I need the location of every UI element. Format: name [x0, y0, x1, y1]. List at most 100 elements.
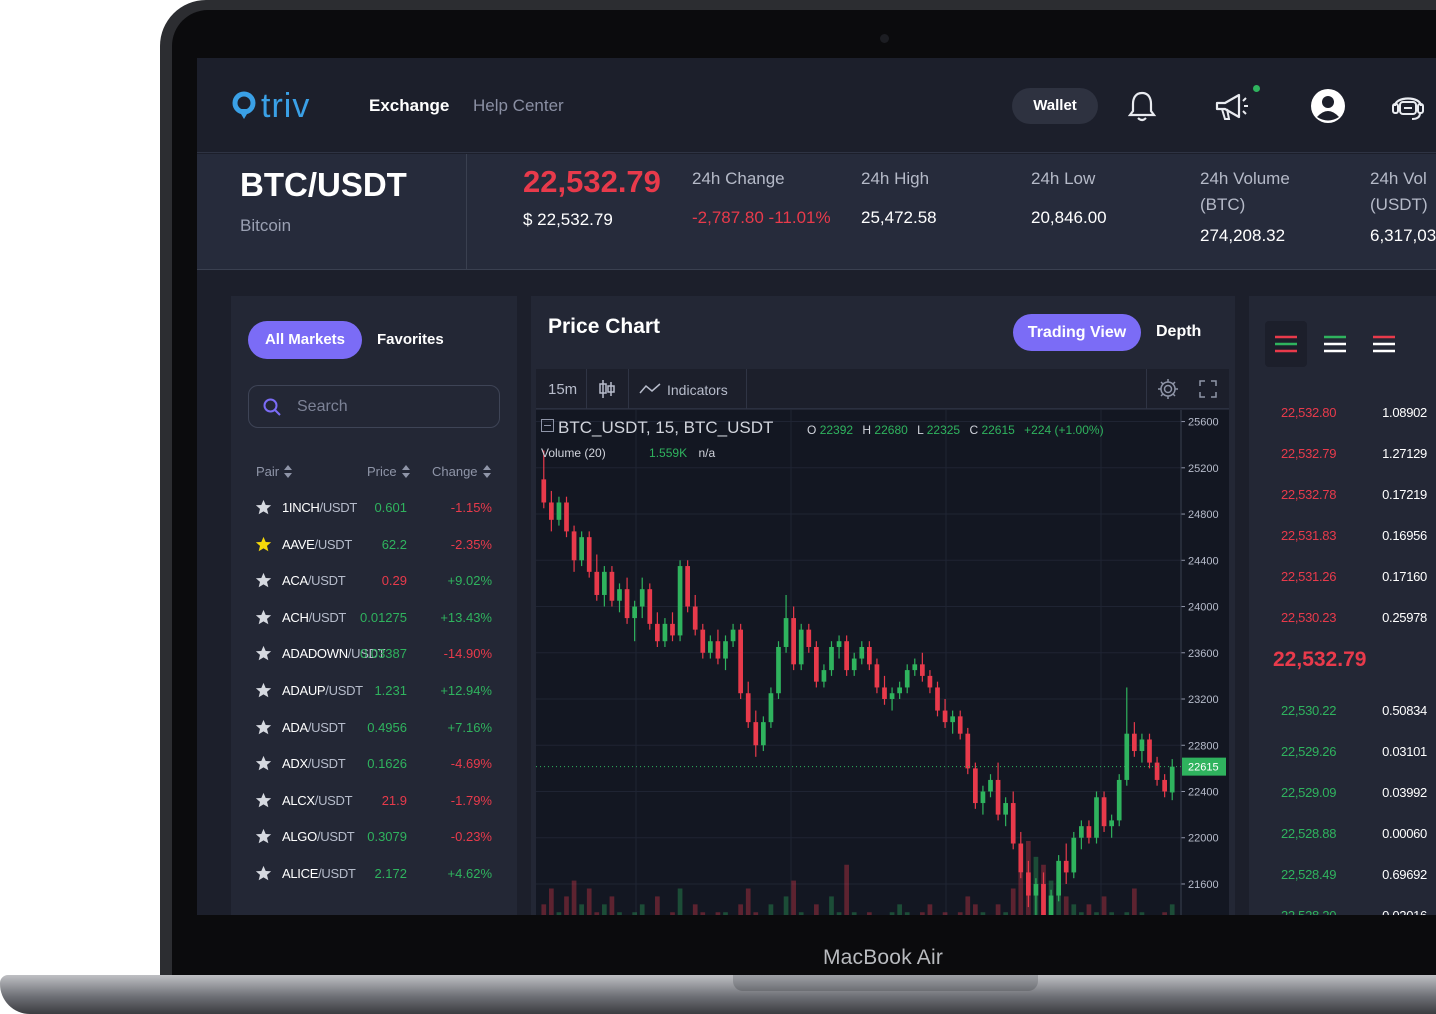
markets-panel: All Markets Favorites Pair Price Change …	[231, 296, 517, 915]
market-row[interactable]: ACA/USDT 0.29 +9.02%	[231, 566, 517, 596]
favorite-star-icon[interactable]	[255, 572, 272, 589]
favorite-star-icon[interactable]	[255, 682, 272, 699]
bell-icon[interactable]	[1124, 88, 1160, 124]
favorite-star-icon[interactable]	[255, 536, 272, 553]
ask-amount: 0.17160	[1382, 569, 1427, 584]
market-row[interactable]: ALGO/USDT 0.3079 -0.23%	[231, 822, 517, 852]
market-row[interactable]: ADA/USDT 0.4956 +7.16%	[231, 713, 517, 743]
candle-body	[753, 722, 759, 746]
ask-price: 22,532.78	[1281, 487, 1337, 502]
bid-row[interactable]: 22,530.22 0.50834	[1263, 701, 1436, 721]
market-base: ACH	[282, 609, 309, 625]
tab-favorites[interactable]: Favorites	[377, 331, 444, 348]
ask-row[interactable]: 22,532.80 1.08902	[1263, 403, 1436, 423]
market-row[interactable]: ACH/USDT 0.01275 +13.43%	[231, 603, 517, 633]
ask-row[interactable]: 22,531.26 0.17160	[1263, 567, 1436, 587]
ask-amount: 1.08902	[1382, 405, 1427, 420]
bid-row[interactable]: 22,529.09 0.03992	[1263, 783, 1436, 803]
support-chat-icon[interactable]	[1390, 88, 1426, 124]
column-pair[interactable]: Pair	[256, 464, 293, 479]
market-symbol: ACA/USDT	[282, 573, 346, 588]
candle-body	[1169, 766, 1175, 793]
market-quote: /USDT	[319, 500, 358, 515]
bid-row[interactable]: 22,529.26 0.03101	[1263, 742, 1436, 762]
tab-depth[interactable]: Depth	[1156, 323, 1201, 341]
candle-body	[586, 537, 592, 572]
candle-body	[594, 571, 600, 595]
favorite-star-icon[interactable]	[255, 792, 272, 809]
market-price: 0.4956	[367, 719, 407, 735]
candle-style-icon[interactable]	[598, 379, 616, 399]
candle-body	[609, 571, 615, 601]
market-row[interactable]: ALICE/USDT 2.172 +4.62%	[231, 859, 517, 889]
view-bids-button[interactable]	[1314, 321, 1356, 367]
candle-body	[798, 629, 804, 665]
candle-body	[973, 768, 978, 804]
fullscreen-icon[interactable]	[1199, 380, 1217, 398]
app-screen: triv Exchange Help Center Wallet BTC/USD…	[197, 58, 1436, 915]
market-row[interactable]: AAVE/USDT 62.2 -2.35%	[231, 530, 517, 560]
settings-gear-icon[interactable]	[1157, 378, 1179, 400]
ask-row[interactable]: 22,530.23 0.25978	[1263, 608, 1436, 628]
bid-row[interactable]: 22,528.49 0.69692	[1263, 865, 1436, 885]
candle-body	[738, 629, 743, 694]
stat-label: 24h Vol	[1370, 169, 1427, 188]
candle-body	[571, 531, 577, 561]
triv-logo[interactable]: triv	[231, 86, 310, 126]
indicators-icon[interactable]	[639, 382, 661, 396]
wallet-button[interactable]: Wallet	[1012, 88, 1098, 124]
column-change[interactable]: Change	[432, 464, 491, 479]
market-search[interactable]	[248, 385, 500, 428]
favorite-star-icon[interactable]	[255, 499, 272, 516]
collapse-icon[interactable]	[541, 419, 554, 432]
ask-row[interactable]: 22,532.78 0.17219	[1263, 485, 1436, 505]
candle-body	[1003, 803, 1008, 815]
volume-bar	[1086, 904, 1092, 915]
candle-body	[889, 693, 895, 700]
market-row[interactable]: ALCX/USDT 21.9 -1.79%	[231, 786, 517, 816]
nav-exchange[interactable]: Exchange	[369, 96, 449, 116]
view-asks-button[interactable]	[1363, 321, 1405, 367]
tradingview-chart[interactable]: 25600 25200 24800 24400 24000 23600 23200 22800…	[536, 410, 1229, 915]
candle-body	[1071, 837, 1077, 873]
market-base: ADAUP	[282, 683, 326, 698]
y-tick-label: 21600	[1188, 879, 1219, 891]
favorite-star-icon[interactable]	[255, 609, 272, 626]
candle-body	[920, 664, 925, 676]
candle-body	[692, 606, 698, 630]
view-both-button[interactable]	[1265, 321, 1307, 367]
megaphone-icon[interactable]	[1213, 88, 1249, 124]
tab-all-markets[interactable]: All Markets	[248, 321, 362, 359]
nav-help-center[interactable]: Help Center	[473, 96, 564, 116]
device-label: MacBook Air	[822, 946, 944, 969]
bid-price: 22,528.49	[1281, 867, 1337, 882]
favorite-star-icon[interactable]	[255, 719, 272, 736]
market-row[interactable]: ADAUP/USDT 1.231 +12.94%	[231, 676, 517, 706]
market-row[interactable]: 1INCH/USDT 0.601 -1.15%	[231, 493, 517, 523]
candle-body	[564, 502, 569, 532]
tab-trading-view[interactable]: Trading View	[1013, 314, 1141, 351]
column-price[interactable]: Price	[367, 464, 410, 479]
market-change: +12.94%	[440, 683, 492, 698]
volume-bar	[973, 904, 978, 915]
pair-selector[interactable]: BTC/USDT Bitcoin	[197, 154, 467, 270]
user-profile-icon[interactable]	[1310, 88, 1346, 124]
ask-row[interactable]: 22,531.83 0.16956	[1263, 526, 1436, 546]
market-row[interactable]: ADX/USDT 0.1626 -4.69%	[231, 749, 517, 779]
ask-row[interactable]: 22,532.79 1.27129	[1263, 444, 1436, 464]
favorite-star-icon[interactable]	[255, 645, 272, 662]
bid-row[interactable]: 22,528.88 0.00060	[1263, 824, 1436, 844]
favorite-star-icon[interactable]	[255, 755, 272, 772]
y-tick-label: 24800	[1188, 509, 1219, 521]
interval-button[interactable]: 15m	[548, 381, 577, 398]
favorite-star-icon[interactable]	[255, 865, 272, 882]
volume-bar	[617, 912, 622, 915]
favorite-star-icon[interactable]	[255, 828, 272, 845]
volume-bar	[556, 912, 562, 915]
search-input[interactable]	[297, 396, 487, 418]
bid-row[interactable]: 22,528.20 0.02016	[1263, 906, 1436, 915]
market-row[interactable]: ADADOWN/USDT 0.03387 -14.90%	[231, 639, 517, 669]
sort-icon	[482, 465, 491, 478]
market-base: AAVE	[282, 536, 315, 552]
indicators-button[interactable]: Indicators	[667, 382, 728, 398]
